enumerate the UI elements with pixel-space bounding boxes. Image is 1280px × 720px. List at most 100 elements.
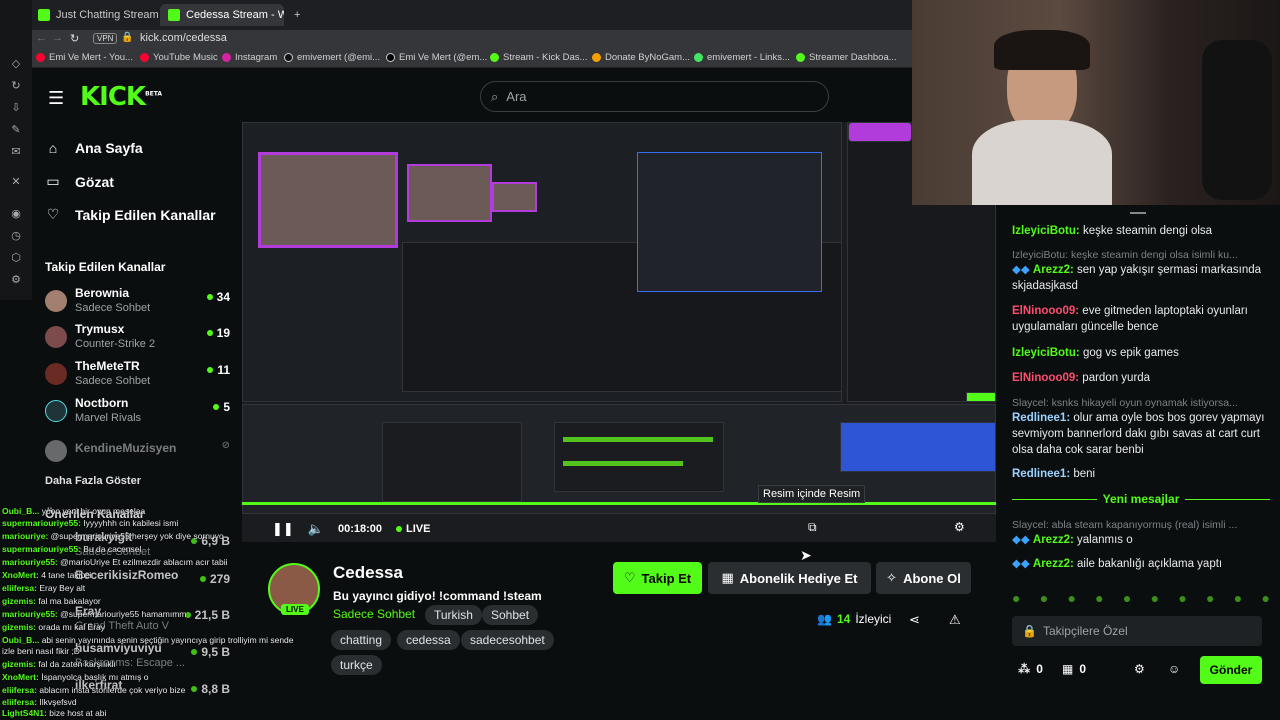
- vpn-icon[interactable]: VPN: [93, 33, 118, 44]
- gifts-counter[interactable]: ▦ 0: [1062, 662, 1086, 676]
- search-input[interactable]: ⌕ Ara: [480, 81, 829, 112]
- tag-chip[interactable]: Sohbet: [482, 605, 539, 625]
- tag-chip[interactable]: sadecesohbet: [461, 630, 554, 650]
- bookmark-item[interactable]: Stream - Kick Das...: [490, 52, 587, 63]
- settings-icon[interactable]: ◉: [10, 208, 22, 220]
- chat-scroll-handle[interactable]: [1130, 212, 1146, 214]
- emote-icon[interactable]: ●: [1151, 590, 1159, 606]
- pip-icon[interactable]: ⧉: [808, 520, 817, 535]
- nav-browse[interactable]: ▭ Gözat: [45, 173, 114, 190]
- chat-username[interactable]: Arezz2:: [1033, 264, 1074, 276]
- emote-icon[interactable]: ●: [1261, 590, 1269, 606]
- gift-sub-button[interactable]: ▦ Abonelik Hediye Et: [708, 562, 871, 594]
- emote-icon[interactable]: ●: [1234, 590, 1242, 606]
- settings-icon[interactable]: ⚙: [954, 520, 965, 534]
- nav-home[interactable]: ⌂ Ana Sayfa: [45, 140, 143, 156]
- bookmark-label: emivemert (@emi...: [297, 52, 381, 63]
- chat-username[interactable]: Arezz2:: [1033, 534, 1074, 546]
- tag-chip[interactable]: Turkish: [425, 605, 482, 625]
- x-icon[interactable]: ✕: [10, 176, 22, 188]
- nav-following[interactable]: ♡ Takip Edilen Kanallar: [45, 206, 216, 223]
- overlay-chat-line: mariouriye55: @supermariouriye55 hamamım…: [2, 609, 186, 619]
- mail-icon[interactable]: ✉: [10, 146, 22, 158]
- chat-system-message: Slaycel: ksnks hikayeli oyun oynamak ist…: [1012, 395, 1270, 411]
- send-button[interactable]: Gönder: [1200, 656, 1262, 684]
- overlay-chat-line: Oubi_B... yooo yeni bir oyun meselaa: [2, 506, 145, 516]
- gift-label: Abonelik Hediye Et: [739, 570, 858, 586]
- reload-icon[interactable]: ↻: [70, 32, 79, 45]
- followed-channel[interactable]: TheMeteTR Sadece Sohbet 11: [45, 359, 230, 395]
- overlay-user: eliifersa:: [2, 583, 37, 593]
- clock-icon[interactable]: ◷: [10, 230, 22, 242]
- chat-text: gog vs epik games: [1082, 347, 1179, 359]
- followed-channel[interactable]: Noctborn Marvel Rivals 5: [45, 396, 230, 432]
- stream-category[interactable]: Sadece Sohbet: [333, 607, 415, 621]
- streamer-name[interactable]: Cedessa: [333, 563, 403, 583]
- pause-icon[interactable]: ❚❚: [272, 521, 294, 537]
- tag-chip[interactable]: turkçe: [331, 655, 382, 675]
- emote-icon[interactable]: ●: [1178, 590, 1186, 606]
- chat-username[interactable]: Redlinee1:: [1012, 468, 1070, 480]
- chat-username[interactable]: IzleyiciBotu:: [1012, 347, 1080, 359]
- bookmark-item[interactable]: emivemert (@emi...: [284, 52, 380, 63]
- emote-icon[interactable]: ●: [1040, 590, 1048, 606]
- cube-icon[interactable]: ⬡: [10, 252, 22, 264]
- chat-username[interactable]: ElNinooo09:: [1012, 372, 1079, 384]
- emote-icon[interactable]: ●: [1123, 590, 1131, 606]
- chat-username[interactable]: Arezz2:: [1033, 558, 1074, 570]
- kicks-counter[interactable]: ⁂ 0: [1018, 662, 1043, 676]
- progress-bar[interactable]: [242, 502, 996, 505]
- bookmark-icon[interactable]: ◇: [10, 58, 22, 70]
- badge-icon: ◆◆: [1012, 558, 1033, 570]
- emote-bar[interactable]: ● ● ● ● ● ● ● ● ● ●: [1012, 590, 1270, 606]
- url-text[interactable]: kick.com/cedessa: [140, 32, 227, 44]
- chat-username[interactable]: ElNinooo09:: [1012, 305, 1079, 317]
- volume-icon[interactable]: 🔈: [308, 521, 324, 537]
- bookmark-item[interactable]: YouTube Music: [140, 52, 218, 63]
- tab-cedessa[interactable]: Cedessa Stream - Wat: [160, 4, 284, 26]
- show-more-link[interactable]: Daha Fazla Göster: [45, 475, 141, 487]
- bookmark-item[interactable]: Emi Ve Mert (@em...: [386, 52, 487, 63]
- bookmark-item[interactable]: Emi Ve Mert - You...: [36, 52, 133, 63]
- emote-picker-icon[interactable]: ☺: [1168, 662, 1180, 676]
- chat-text: keşke steamin dengi olsa: [1082, 225, 1213, 237]
- nav-label: Gözat: [75, 173, 114, 190]
- chat-username[interactable]: Redlinee1:: [1012, 412, 1070, 424]
- bookmark-item[interactable]: Donate ByNoGam...: [592, 52, 690, 63]
- followed-channel[interactable]: Berownia Sadece Sohbet 34: [45, 286, 230, 322]
- tab-just-chatting[interactable]: Just Chatting Streaming -: [30, 4, 158, 26]
- hamburger-menu-icon[interactable]: ☰: [48, 88, 64, 109]
- subscribe-button[interactable]: ✧ Abone Ol: [876, 562, 971, 594]
- history-icon[interactable]: ↻: [10, 80, 22, 92]
- gear-icon[interactable]: ⚙: [10, 274, 22, 286]
- emote-icon[interactable]: ●: [1067, 590, 1075, 606]
- tag-chip[interactable]: chatting: [331, 630, 392, 650]
- bookmark-item[interactable]: Streamer Dashboa...: [796, 52, 897, 63]
- tag-chip[interactable]: cedessa: [397, 630, 460, 650]
- followed-channel[interactable]: Trymusx Counter-Strike 2 19: [45, 322, 230, 358]
- download-icon[interactable]: ⇩: [10, 102, 22, 114]
- report-icon[interactable]: ⚠: [949, 612, 961, 628]
- new-messages-divider[interactable]: Yeni mesajlar: [1012, 492, 1270, 506]
- chat-message: ElNinooo09: eve gitmeden laptoptaki oyun…: [1012, 303, 1270, 335]
- video-player[interactable]: [242, 122, 996, 542]
- kick-logo[interactable]: KICKBETA: [80, 82, 162, 112]
- chat-settings-icon[interactable]: ⚙: [1134, 662, 1145, 676]
- emote-icon[interactable]: ●: [1095, 590, 1103, 606]
- followed-channel-offline[interactable]: KendineMuzisyen ⊘: [45, 436, 230, 472]
- edit-icon[interactable]: ✎: [10, 124, 22, 136]
- new-tab-button[interactable]: +: [286, 4, 306, 26]
- emote-icon[interactable]: ●: [1012, 590, 1020, 606]
- search-icon: ⌕: [491, 88, 499, 104]
- bookmark-item[interactable]: emivemert - Links...: [694, 52, 790, 63]
- emote-icon[interactable]: ●: [1206, 590, 1214, 606]
- forward-icon[interactable]: →: [52, 32, 63, 44]
- share-icon[interactable]: ⋖: [909, 612, 920, 628]
- back-icon[interactable]: ←: [36, 32, 47, 44]
- chat-input[interactable]: 🔒 Takipçilere Özel: [1012, 616, 1262, 646]
- bookmark-item[interactable]: Instagram: [222, 52, 277, 63]
- live-dot-icon: [206, 294, 213, 300]
- chat-username[interactable]: IzleyiciBotu:: [1012, 225, 1080, 237]
- follow-button[interactable]: ♡ Takip Et: [613, 562, 702, 594]
- audio-meter: [563, 437, 713, 442]
